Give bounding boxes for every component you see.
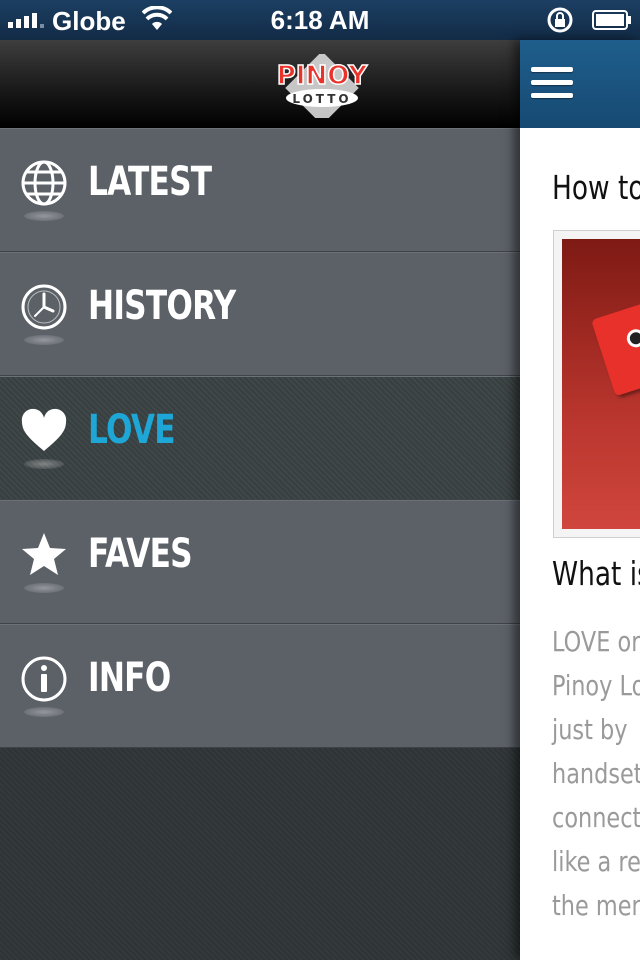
star-icon	[22, 533, 66, 575]
svg-text:LOTTO: LOTTO	[292, 92, 351, 106]
body-line: just by	[552, 713, 628, 746]
content-panel[interactable]: How to What is LOVE or Pinoy Lo just by …	[520, 40, 640, 960]
lotto-ticket-graphic	[591, 301, 640, 397]
menu-list: LATEST HISTORY LOVE FAVES INFO	[0, 128, 520, 748]
rotation-lock-icon	[547, 7, 573, 33]
status-time: 6:18 AM	[270, 5, 370, 35]
icon-reflection	[24, 707, 64, 717]
content-title: How to	[552, 168, 640, 207]
icon-reflection	[24, 211, 64, 221]
heart-icon	[21, 408, 67, 451]
content-body: LOVE or Pinoy Lo just by handset connect…	[552, 620, 640, 928]
content-subtitle: What is	[552, 554, 640, 593]
globe-icon	[21, 160, 67, 206]
menu-item-love[interactable]: LOVE	[0, 376, 520, 500]
battery-icon	[592, 10, 631, 30]
pinoy-lotto-logo: PINOY LOTTO	[276, 54, 369, 118]
svg-text:PINOY: PINOY	[277, 61, 369, 91]
body-line: connect	[552, 801, 640, 834]
clock-icon	[21, 284, 67, 330]
body-line: the men	[552, 889, 640, 922]
menu-item-latest[interactable]: LATEST	[0, 128, 520, 252]
menu-item-info[interactable]: INFO	[0, 624, 520, 748]
menu-item-history[interactable]: HISTORY	[0, 252, 520, 376]
drawer-empty-area	[0, 748, 520, 960]
menu-label-love: LOVE	[88, 407, 176, 453]
icon-reflection	[24, 583, 64, 593]
content-header	[520, 40, 640, 128]
body-line: Pinoy Lo	[552, 669, 640, 702]
menu-label-info: INFO	[88, 655, 171, 701]
icon-reflection	[24, 459, 64, 469]
status-bar: Globe 6:18 AM	[0, 0, 640, 40]
content-image	[553, 230, 640, 538]
menu-label-faves: FAVES	[88, 531, 193, 577]
info-icon	[21, 656, 67, 702]
navigation-drawer: PINOY LOTTO LATEST HISTORY LOVE FAVES IN…	[0, 40, 520, 960]
menu-label-latest: LATEST	[88, 159, 212, 205]
menu-item-faves[interactable]: FAVES	[0, 500, 520, 624]
menu-label-history: HISTORY	[88, 283, 236, 329]
body-line: LOVE or	[552, 625, 640, 658]
hamburger-menu-icon[interactable]	[531, 67, 573, 99]
drawer-header: PINOY LOTTO	[0, 40, 520, 128]
icon-reflection	[24, 335, 64, 345]
body-line: like a re	[552, 845, 640, 878]
body-line: handset	[552, 757, 640, 790]
